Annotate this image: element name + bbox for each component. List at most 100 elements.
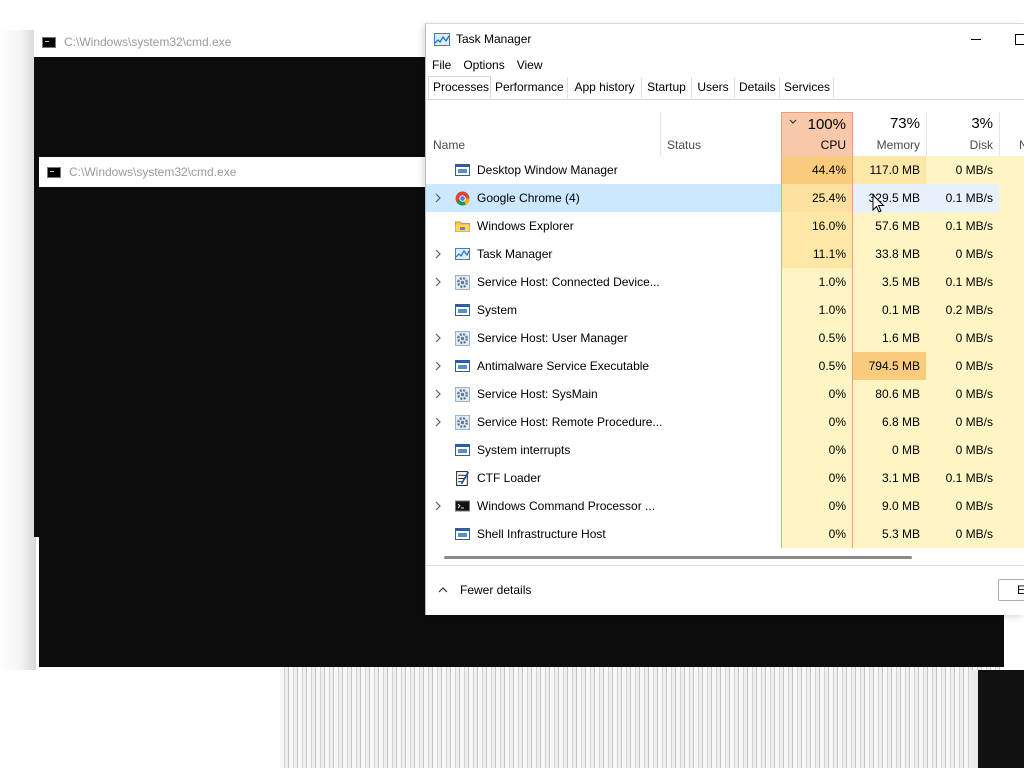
- network-cell: [999, 184, 1024, 212]
- process-name: Antimalware Service Executable: [477, 359, 650, 373]
- network-cell: [999, 240, 1024, 268]
- cmd-window-title: C:\Windows\system32\cmd.exe: [64, 35, 232, 49]
- memory-cell: 57.6 MB: [853, 212, 926, 240]
- process-row[interactable]: Shell Infrastructure Host 0% 5.3 MB 0 MB/s: [426, 520, 1024, 548]
- end-task-button[interactable]: E: [998, 579, 1024, 601]
- chevron-right-icon[interactable]: [434, 332, 442, 343]
- tab-processes[interactable]: Processes: [428, 76, 491, 99]
- process-name: Service Host: User Manager: [477, 331, 628, 345]
- memory-cell: 117.0 MB: [853, 156, 926, 184]
- chrome-icon: [455, 191, 470, 206]
- menu-file[interactable]: File: [426, 58, 457, 72]
- cpu-cell: 0%: [781, 408, 853, 436]
- process-name: CTF Loader: [477, 471, 542, 485]
- process-name: Google Chrome (4): [477, 191, 580, 205]
- cpu-cell: 0%: [781, 520, 853, 548]
- network-cell: [999, 380, 1024, 408]
- disk-cell: 0 MB/s: [926, 380, 999, 408]
- column-cpu[interactable]: 100% CPU: [781, 112, 853, 156]
- window-icon: [455, 359, 470, 373]
- column-name[interactable]: Name: [426, 112, 660, 156]
- process-row[interactable]: Service Host: User Manager 0.5% 1.6 MB 0 MB…: [426, 324, 1024, 352]
- menu-bar: File Options View: [426, 54, 549, 76]
- window-icon: [455, 163, 470, 177]
- cpu-cell: 1.0%: [781, 268, 853, 296]
- process-row[interactable]: Service Host: Remote Procedure... 0% 6.8 M…: [426, 408, 1024, 436]
- disk-cell: 0.1 MB/s: [926, 464, 999, 492]
- task-manager-window[interactable]: Task Manager File Options View Processes…: [425, 23, 1024, 615]
- chevron-down-icon: [789, 119, 797, 124]
- tab-performance[interactable]: Performance: [491, 77, 568, 98]
- process-name: Windows Explorer: [477, 219, 574, 233]
- column-disk[interactable]: 3% Disk: [926, 112, 999, 156]
- network-cell: [999, 268, 1024, 296]
- chevron-right-icon[interactable]: [434, 360, 442, 371]
- network-cell: [999, 408, 1024, 436]
- process-name: Shell Infrastructure Host: [477, 527, 606, 541]
- process-name: System interrupts: [477, 443, 571, 457]
- tab-app-history[interactable]: App history: [568, 77, 642, 98]
- process-row[interactable]: Task Manager 11.1% 33.8 MB 0 MB/s: [426, 240, 1024, 268]
- disk-cell: 0 MB/s: [926, 156, 999, 184]
- memory-cell: 80.6 MB: [853, 380, 926, 408]
- process-row[interactable]: Windows Command Processor ... 0% 9.0 MB 0 M…: [426, 492, 1024, 520]
- chevron-right-icon[interactable]: [434, 416, 442, 427]
- column-status[interactable]: Status: [661, 112, 781, 156]
- memory-cell: 6.8 MB: [853, 408, 926, 436]
- chevron-right-icon[interactable]: [434, 276, 442, 287]
- tab-startup[interactable]: Startup: [642, 77, 692, 98]
- memory-cell: 3.1 MB: [853, 464, 926, 492]
- process-row[interactable]: CTF Loader 0% 3.1 MB 0.1 MB/s: [426, 464, 1024, 492]
- cpu-cell: 0%: [781, 436, 853, 464]
- process-row[interactable]: Antimalware Service Executable 0.5% 794.5 …: [426, 352, 1024, 380]
- process-row[interactable]: Service Host: SysMain 0% 80.6 MB 0 MB/s: [426, 380, 1024, 408]
- cmd-window-titlebar[interactable]: C:\Windows\system32\cmd.exe: [34, 27, 429, 57]
- window-icon: [455, 527, 470, 541]
- task-manager-titlebar[interactable]: Task Manager: [426, 24, 1024, 54]
- tab-details[interactable]: Details: [735, 77, 780, 98]
- process-name: Desktop Window Manager: [477, 163, 618, 177]
- column-network[interactable]: N: [999, 112, 1024, 156]
- task-manager-icon: [434, 32, 450, 46]
- cmd-icon: [42, 36, 56, 48]
- chevron-right-icon[interactable]: [434, 192, 442, 203]
- network-cell: [999, 464, 1024, 492]
- minimize-button[interactable]: [966, 24, 986, 54]
- chevron-right-icon[interactable]: [434, 248, 442, 259]
- process-name: Service Host: Remote Procedure...: [477, 415, 663, 429]
- process-row[interactable]: System interrupts 0% 0 MB 0 MB/s: [426, 436, 1024, 464]
- chevron-right-icon[interactable]: [434, 388, 442, 399]
- window-title: Task Manager: [456, 32, 532, 46]
- menu-options[interactable]: Options: [457, 58, 510, 72]
- maximize-button[interactable]: [1010, 24, 1024, 54]
- tab-services[interactable]: Services: [780, 77, 834, 98]
- memory-cell: 5.3 MB: [853, 520, 926, 548]
- cmd-window-title: C:\Windows\system32\cmd.exe: [69, 165, 237, 179]
- chevron-right-icon[interactable]: [434, 500, 442, 511]
- process-row[interactable]: System 1.0% 0.1 MB 0.2 MB/s: [426, 296, 1024, 324]
- network-cell: [999, 520, 1024, 548]
- disk-cell: 0.1 MB/s: [926, 268, 999, 296]
- cpu-cell: 0%: [781, 492, 853, 520]
- memory-cell: 0 MB: [853, 436, 926, 464]
- process-row[interactable]: Desktop Window Manager 44.4% 117.0 MB 0 MB/…: [426, 156, 1024, 184]
- menu-view[interactable]: View: [511, 58, 549, 72]
- network-cell: [999, 436, 1024, 464]
- disk-cell: 0 MB/s: [926, 436, 999, 464]
- cpu-cell: 1.0%: [781, 296, 853, 324]
- cpu-cell: 0%: [781, 464, 853, 492]
- memory-cell: 1.6 MB: [853, 324, 926, 352]
- mouse-cursor-icon: [872, 194, 885, 213]
- cpu-cell: 0%: [781, 380, 853, 408]
- disk-cell: 0 MB/s: [926, 324, 999, 352]
- task-manager-icon: [455, 247, 470, 261]
- tab-users[interactable]: Users: [692, 77, 735, 98]
- process-name: Service Host: Connected Device...: [477, 275, 660, 289]
- horizontal-scrollbar[interactable]: [444, 556, 912, 559]
- process-row[interactable]: Service Host: Connected Device... 1.0% 3.5…: [426, 268, 1024, 296]
- fewer-details-button[interactable]: Fewer details: [438, 582, 531, 598]
- process-row[interactable]: Google Chrome (4) 25.4% 329.5 MB 0.1 MB/s: [426, 184, 1024, 212]
- column-memory[interactable]: 73% Memory: [853, 112, 926, 156]
- process-row[interactable]: Windows Explorer 16.0% 57.6 MB 0.1 MB/s: [426, 212, 1024, 240]
- memory-cell: 794.5 MB: [853, 352, 926, 380]
